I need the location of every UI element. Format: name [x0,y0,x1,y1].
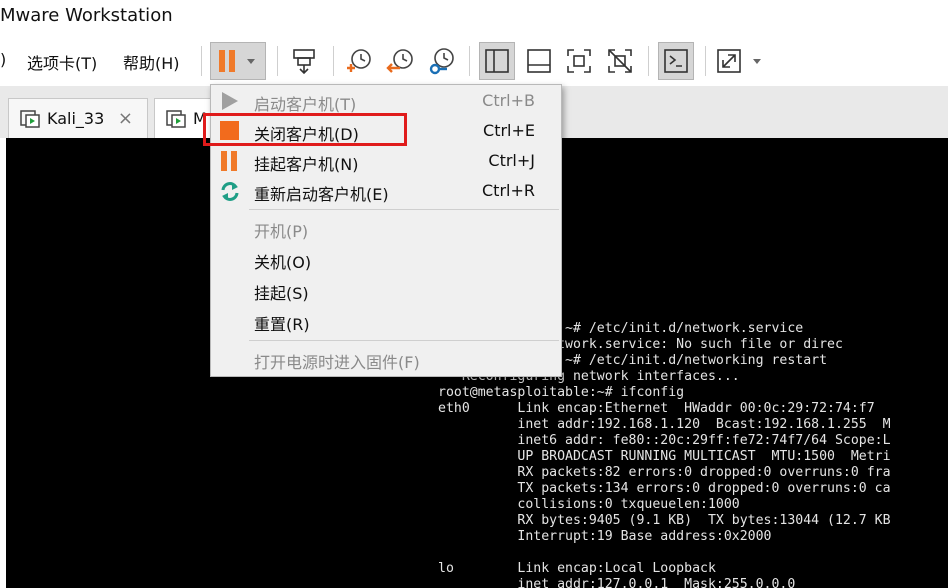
menu-item-power-on-to-firmware[interactable]: 打开电源时进入固件(F) [211,344,561,374]
show-library-icon [485,49,509,73]
suspend-icon [221,151,237,171]
menu-toolbar: ) 选项卡(T) 帮助(H) [0,38,948,84]
thumbnail-bar-icon [527,49,551,73]
revert-snapshot-button[interactable] [384,42,418,80]
menu-item-help[interactable]: 帮助(H) [123,50,180,74]
menu-separator [249,209,559,210]
menu-item-partial[interactable]: ) [0,50,6,69]
stretch-dropdown-button[interactable] [714,42,768,80]
app-title: Mware Workstation [0,5,173,26]
power-dropdown-button[interactable] [210,42,266,80]
tab-label: Kali_33 [47,109,105,128]
toolbar-divider [277,46,278,76]
toolbar-divider [705,46,706,76]
stretch-dropdown-icon [717,49,761,73]
send-keys-button[interactable] [286,42,322,80]
menu-item-power-off[interactable]: 关机(O) [211,244,561,274]
unity-button[interactable] [602,42,638,80]
restart-icon [221,182,239,201]
menu-item-reset[interactable]: 重置(R) [211,306,561,336]
snapshot-manager-button[interactable] [425,42,459,80]
revert-snapshot-icon [386,49,413,73]
snapshot-manager-icon [429,48,454,75]
play-icon [222,92,238,110]
send-keys-icon [293,49,315,75]
pause-dropdown-icon [219,50,255,72]
snapshot-icon [347,49,371,72]
menu-item-tabs[interactable]: 选项卡(T) [27,50,97,74]
title-bar: Mware Workstation [0,0,948,36]
fullscreen-button[interactable] [561,42,597,80]
take-snapshot-button[interactable] [342,42,376,80]
unity-icon [608,49,632,73]
highlight-box [203,113,407,146]
toolbar-divider [333,46,334,76]
thumbnail-bar-button[interactable] [521,42,557,80]
console-view-icon [664,49,688,73]
menu-item-restart-guest[interactable]: 重新启动客户机(E) Ctrl+R [211,176,561,206]
menu-separator [249,340,559,341]
toolbar-divider [469,46,470,76]
vm-icon [166,110,186,128]
tab-kali[interactable]: Kali_33 × [8,98,148,138]
menu-item-power-on[interactable]: 开机(P) [211,213,561,243]
close-icon[interactable]: × [118,108,133,129]
menu-item-power-on-guest[interactable]: 启动客户机(T) Ctrl+B [211,86,561,116]
vm-icon [20,110,40,128]
show-library-button[interactable] [479,42,515,80]
console-view-button[interactable] [658,42,694,80]
fullscreen-icon [567,49,591,73]
toolbar-divider [201,46,202,76]
toolbar-divider [648,46,649,76]
menu-item-suspend-guest[interactable]: 挂起客户机(N) Ctrl+J [211,146,561,176]
menu-item-suspend[interactable]: 挂起(S) [211,275,561,305]
